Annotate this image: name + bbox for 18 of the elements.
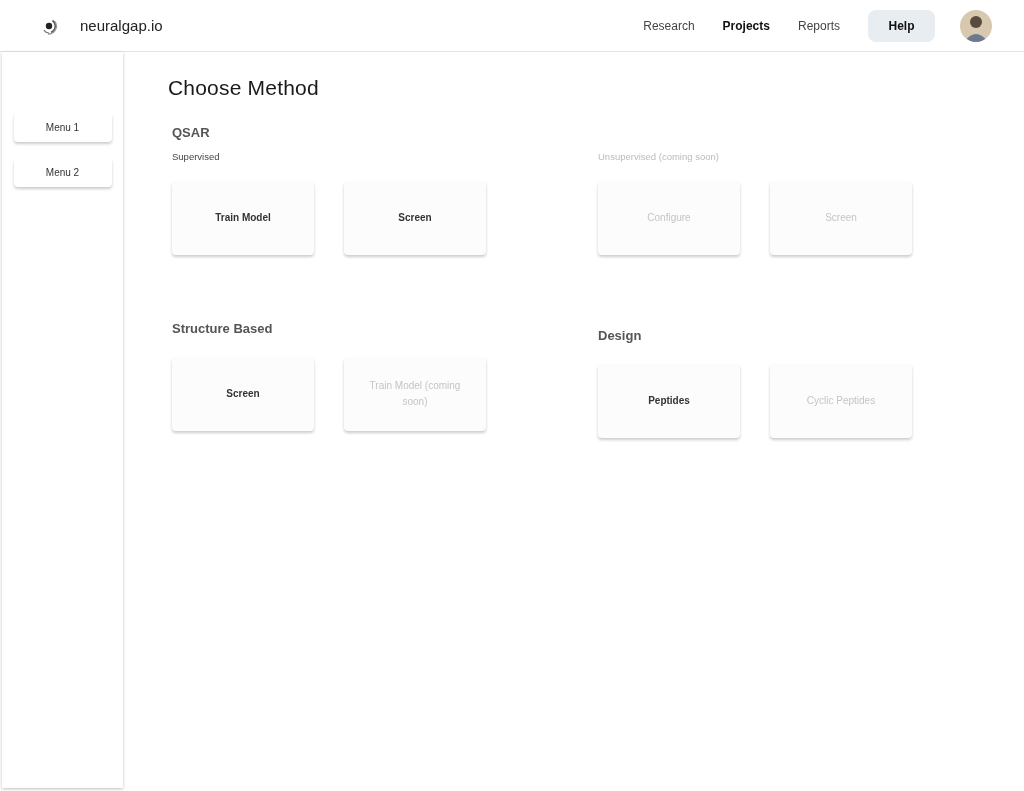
section-title: Design [598, 328, 643, 343]
section-title: QSAR [172, 125, 211, 140]
nav-link[interactable]: Projects [722, 18, 770, 33]
nav-link[interactable]: Research [643, 18, 695, 33]
sidebar-item[interactable]: Menu 2 [13, 158, 112, 187]
page-title: Choose Method [168, 76, 320, 100]
method-card[interactable]: Screen [344, 181, 486, 255]
help-button[interactable]: Help [868, 9, 935, 42]
nav-link[interactable]: Reports [797, 18, 840, 33]
group-label: Supervised [172, 151, 221, 162]
method-card[interactable]: Screen [172, 357, 314, 431]
section-title: Structure Based [172, 321, 274, 336]
avatar[interactable] [960, 9, 992, 42]
method-card[interactable]: Train Model [172, 181, 314, 255]
sidebar-item[interactable]: Menu 1 [13, 113, 112, 142]
group-label: Unsupervised (coming soon) [598, 151, 720, 162]
method-card[interactable]: Peptides [598, 364, 740, 438]
brand-name: neuralgap.io [80, 17, 163, 34]
